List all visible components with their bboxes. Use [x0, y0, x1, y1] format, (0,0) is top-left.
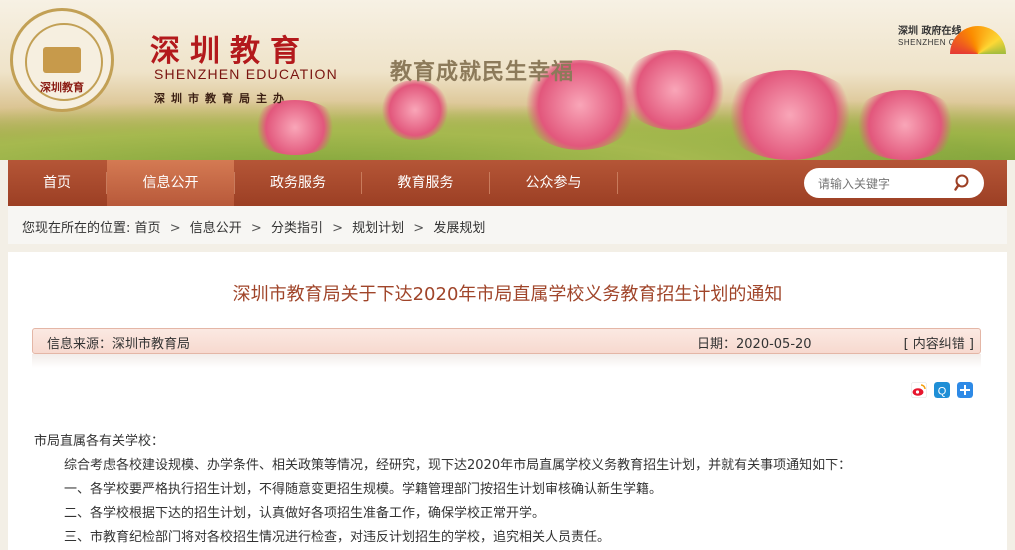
article-meta-bar: 信息来源：深圳市教育局 日期：2020-05-20 [ 内容纠错 ]: [32, 328, 981, 354]
banner-flower: [720, 70, 860, 160]
nav-divider: [617, 172, 618, 194]
article-paragraph: 一、各学校要严格执行招生计划，不得随意变更招生规模。学籍管理部门按招生计划审核确…: [64, 482, 663, 497]
nav-item-home[interactable]: 首页: [8, 160, 106, 206]
breadcrumb-separator: >: [332, 221, 343, 236]
breadcrumb-link-category[interactable]: 分类指引: [271, 221, 323, 236]
breadcrumb: 您现在所在的位置: 首页 > 信息公开 > 分类指引 > 规划计划 > 发展规划: [22, 217, 485, 236]
article-paragraph: 二、各学校根据下达的招生计划，认真做好各项招生准备工作，确保学校正常开学。: [64, 506, 546, 521]
search-input[interactable]: [816, 173, 950, 195]
article-body: 市局直属各有关学校： 综合考虑各校建设规模、办学条件、相关政策等情况，经研究，现…: [34, 430, 974, 550]
more-share-icon[interactable]: [957, 382, 973, 398]
nav-item-info-disclosure[interactable]: 信息公开: [107, 160, 234, 206]
svg-text:Q: Q: [938, 386, 947, 398]
nav-item-public-participation[interactable]: 公众参与: [490, 160, 617, 206]
site-slogan: 教育成就民生幸福: [390, 59, 575, 85]
meta-bar-shadow: [32, 354, 981, 368]
article-paragraph: 市局直属各有关学校：: [34, 434, 165, 449]
breadcrumb-link-development[interactable]: 发展规划: [433, 221, 485, 236]
search-box: [804, 168, 984, 198]
article-title: 深圳市教育局关于下达2020年市局直属学校义务教育招生计划的通知: [232, 284, 783, 305]
banner-flower: [380, 80, 450, 140]
breadcrumb-link-home[interactable]: 首页: [135, 221, 161, 236]
content-correction-link[interactable]: [ 内容纠错 ]: [904, 333, 974, 352]
city-logo-cn: 深圳 政府在线: [898, 26, 962, 37]
article-paragraph: 综合考虑各校建设规模、办学条件、相关政策等情况，经研究，现下达2020年市局直属…: [64, 458, 852, 473]
article-panel: 深圳市教育局关于下达2020年市局直属学校义务教育招生计划的通知 信息来源：深圳…: [8, 252, 1007, 550]
breadcrumb-link-plans[interactable]: 规划计划: [352, 221, 404, 236]
site-banner: 深圳教育 深圳教育 SHENZHEN EDUCATION 深圳市教育局主办 教育…: [0, 0, 1015, 160]
article-source: 信息来源：深圳市教育局: [47, 337, 191, 352]
breadcrumb-bar: 您现在所在的位置: 首页 > 信息公开 > 分类指引 > 规划计划 > 发展规划: [8, 206, 1007, 244]
breadcrumb-separator: >: [169, 221, 181, 236]
banner-flower: [620, 50, 730, 130]
shenzhen-gov-logo[interactable]: 深圳 政府在线 SHENZHEN CHINA: [890, 20, 1010, 70]
brand-title-cn[interactable]: 深圳教育: [150, 26, 310, 70]
brand-title-en: SHENZHEN EDUCATION: [154, 66, 338, 82]
breadcrumb-link-info[interactable]: 信息公开: [190, 221, 242, 236]
main-nav: 首页 信息公开 政务服务 教育服务 公众参与: [8, 160, 1007, 206]
banner-flower: [250, 100, 340, 155]
banner-flower: [850, 90, 960, 160]
brand-subtitle: 深圳市教育局主办: [154, 92, 290, 105]
qzone-icon[interactable]: Q: [934, 382, 950, 398]
edu-seal-logo[interactable]: 深圳教育: [10, 8, 114, 112]
article-paragraph: 三、市教育纪检部门将对各校招生情况进行检查，对违反计划招生的学校，追究相关人员责…: [64, 530, 611, 545]
breadcrumb-prefix: 您现在所在的位置:: [22, 221, 131, 236]
book-icon: [43, 47, 81, 73]
weibo-icon[interactable]: [911, 382, 927, 398]
nav-item-gov-services[interactable]: 政务服务: [235, 160, 361, 206]
nav-item-edu-services[interactable]: 教育服务: [362, 160, 489, 206]
search-icon[interactable]: [954, 174, 972, 192]
breadcrumb-separator: >: [250, 221, 262, 236]
breadcrumb-separator: >: [413, 221, 425, 236]
article-date: 日期：2020-05-20: [697, 337, 812, 352]
seal-text: 深圳教育: [40, 81, 84, 94]
